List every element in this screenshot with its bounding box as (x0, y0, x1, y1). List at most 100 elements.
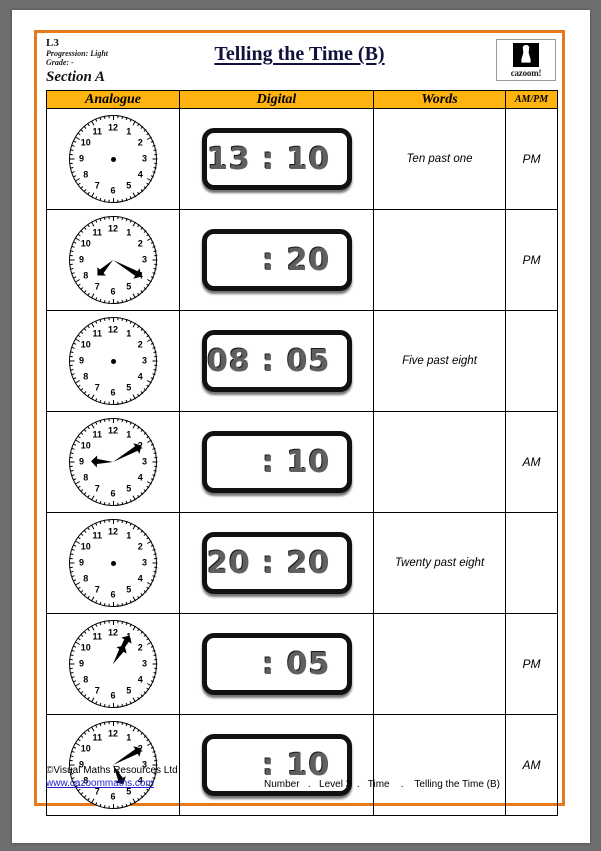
clock-number: 5 (126, 281, 132, 292)
clock-number: 7 (94, 180, 100, 191)
clock-number: 3 (141, 254, 148, 265)
clock-number: 12 (107, 122, 119, 132)
ampm-cell[interactable]: PM (505, 209, 558, 311)
ampm-cell[interactable]: AM (505, 411, 558, 513)
ampm-text: PM (522, 657, 541, 671)
clock-center-dot (110, 156, 116, 162)
clock-number: 12 (107, 324, 119, 334)
clock-center-dot (110, 560, 116, 566)
digital-cell[interactable]: : 10 (179, 411, 374, 513)
ampm-cell[interactable]: PM (505, 613, 558, 715)
clock-number: 4 (137, 573, 143, 584)
column-header-digital: Digital (179, 90, 374, 109)
digital-time-text: 13 : 10 (207, 141, 331, 177)
analogue-cell[interactable]: 121234567891011 (46, 108, 180, 210)
clock-number: 7 (94, 584, 100, 595)
content-frame: L3 Progression: Light Grade: - Telling t… (34, 30, 565, 816)
analogue-clock: 121234567891011 (69, 519, 157, 607)
ampm-text: PM (522, 253, 541, 267)
clock-number: 10 (80, 642, 91, 653)
clock-number: 3 (141, 658, 148, 669)
table-body: 12 1 2 3 4 5 6 7 8 9 10 11 13 : 10 Ten past one PM 12 1 2… (46, 108, 558, 816)
clock-number: 6 (110, 690, 116, 700)
clock-number: 11 (92, 126, 103, 137)
clock-number: 3 (141, 355, 148, 366)
clock-number: 1 (126, 126, 132, 137)
copyright-text: ©Visual Maths Resources Ltd (46, 765, 178, 776)
website-link[interactable]: www.cazoommaths.com (46, 778, 154, 789)
clock-number: 2 (137, 339, 143, 350)
words-text: Twenty past eight (394, 557, 485, 569)
clock-number: 12 (107, 425, 119, 435)
clock-number: 11 (92, 732, 103, 743)
analogue-clock: 121234567891011 (69, 216, 157, 304)
clock-number: 7 (94, 685, 100, 696)
time-table: Analogue Digital Words AM/PM 12 1 2 3 4 5 6 7 8 9… (46, 90, 558, 816)
words-cell[interactable]: Twenty past eight (373, 512, 506, 614)
digital-clock: 13 : 10 (201, 128, 352, 190)
logo-wordmark: cazoom! (510, 68, 542, 78)
clock-number: 4 (137, 472, 143, 483)
analogue-cell[interactable]: 121234567891011 (46, 512, 180, 614)
digital-clock: : 20 (201, 229, 352, 291)
table-row: 12 1 2 3 4 5 6 7 8 9 10 11 08 : 05 Five past eight (46, 310, 558, 412)
clock-number: 8 (83, 169, 89, 180)
ampm-cell[interactable] (505, 512, 558, 614)
table-row: 121234567891011 : 20 PM (46, 209, 558, 311)
analogue-clock: 121234567891011 (69, 317, 157, 405)
analogue-cell[interactable]: 121234567891011 (46, 411, 180, 513)
analogue-clock: 121234567891011 (69, 620, 157, 708)
clock-number: 9 (78, 658, 85, 669)
worksheet-page: L3 Progression: Light Grade: - Telling t… (12, 10, 590, 843)
ampm-text: AM (522, 455, 541, 469)
column-header-analogue: Analogue (46, 90, 180, 109)
clock-number: 5 (126, 483, 132, 494)
clock-number: 3 (141, 153, 148, 164)
column-header-words: Words (373, 90, 506, 109)
ampm-cell[interactable] (505, 310, 558, 412)
clock-number: 5 (126, 180, 132, 191)
column-header-ampm: AM/PM (505, 90, 558, 109)
logo-mark-icon (513, 43, 539, 67)
clock-number: 1 (126, 328, 132, 339)
clock-number: 9 (78, 355, 85, 366)
clock-number: 3 (141, 557, 148, 568)
digital-clock: 08 : 05 (201, 330, 352, 392)
words-cell[interactable] (373, 411, 506, 513)
words-cell[interactable]: Five past eight (373, 310, 506, 412)
ampm-cell[interactable]: PM (505, 108, 558, 210)
clock-number: 3 (141, 456, 148, 467)
words-cell[interactable] (373, 209, 506, 311)
clock-number: 2 (137, 137, 143, 148)
ampm-text: PM (522, 152, 541, 166)
words-cell[interactable] (373, 613, 506, 715)
clock-number: 8 (83, 573, 89, 584)
clock-number: 12 (107, 728, 119, 738)
digital-cell[interactable]: : 20 (179, 209, 374, 311)
clock-number: 2 (137, 642, 143, 653)
words-text: Ten past one (406, 153, 473, 165)
digital-cell[interactable]: 13 : 10 (179, 108, 374, 210)
clock-number: 10 (80, 440, 91, 451)
breadcrumb: Number . Level 3 . Time . Telling the Ti… (264, 779, 501, 790)
clock-number: 1 (126, 732, 132, 743)
clock-number: 10 (80, 541, 91, 552)
digital-time-text: 20 : 20 (207, 545, 331, 581)
analogue-clock: 121234567891011 (69, 418, 157, 506)
analogue-cell[interactable]: 121234567891011 (46, 310, 180, 412)
digital-cell[interactable]: : 05 (179, 613, 374, 715)
clock-number: 11 (92, 631, 103, 642)
words-cell[interactable]: Ten past one (373, 108, 506, 210)
table-row: 12 1 2 3 4 5 6 7 8 9 10 11 20 : 20 Twenty past eight (46, 512, 558, 614)
analogue-cell[interactable]: 121234567891011 (46, 209, 180, 311)
digital-time-text: : 05 (262, 646, 331, 682)
clock-number: 8 (83, 472, 89, 483)
clock-number: 12 (107, 526, 119, 536)
digital-clock: : 05 (201, 633, 352, 695)
page-title: Telling the Time (B) (214, 43, 385, 65)
analogue-cell[interactable]: 121234567891011 (46, 613, 180, 715)
clock-number: 6 (110, 286, 116, 296)
digital-cell[interactable]: 08 : 05 (179, 310, 374, 412)
digital-cell[interactable]: 20 : 20 (179, 512, 374, 614)
table-header-row: Analogue Digital Words AM/PM (46, 90, 558, 109)
